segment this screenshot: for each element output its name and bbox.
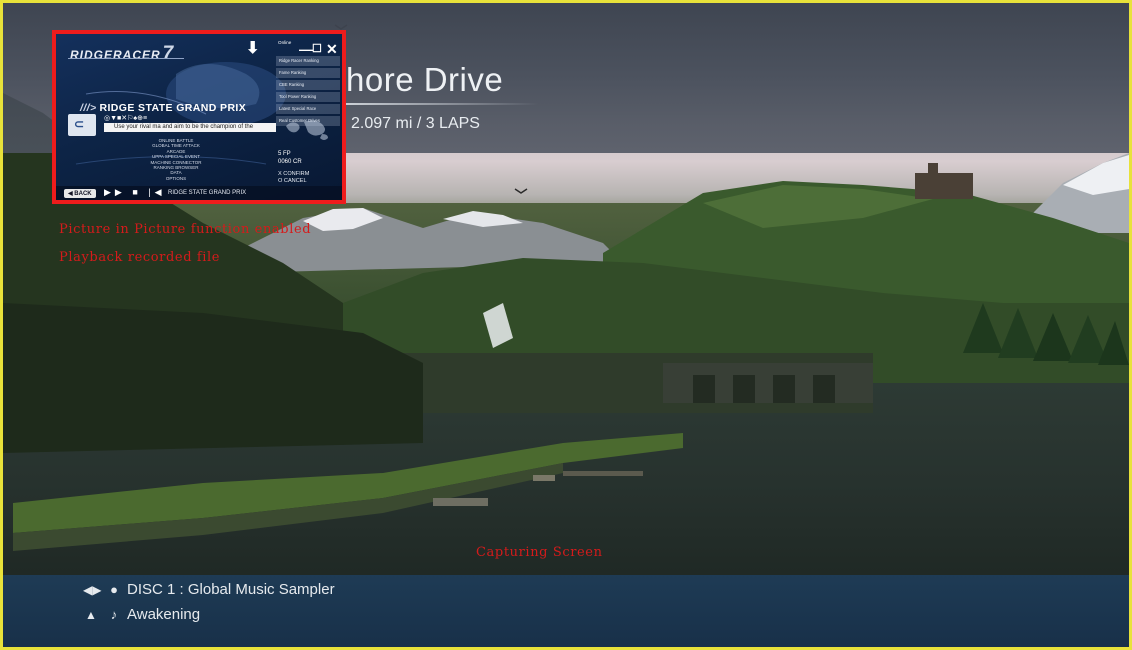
music-track-label: Awakening — [127, 606, 201, 623]
disc-row[interactable]: ◀▶ ● DISC 1 : Global Music Sampler — [83, 581, 335, 598]
list-item: CBE Ranking — [276, 80, 340, 90]
left-right-arrows-icon: ◀▶ — [83, 582, 102, 597]
up-down-arrows-icon: ▲ — [85, 607, 97, 622]
list-item: Ridge Racer Ranking — [276, 56, 340, 66]
playback-label: Playback recorded file — [59, 250, 221, 265]
list-item: Latest Special Race — [276, 104, 340, 114]
restore-icon[interactable]: ☐ — [312, 42, 322, 56]
pip-points: 5 FP 0060 CR — [278, 150, 302, 166]
pip-game-logo: RIDGERACER 7 — [70, 43, 175, 64]
track-name: hore Drive — [346, 61, 504, 98]
pip-mode-badge: ⊂ — [68, 114, 96, 136]
castle — [915, 173, 973, 199]
capture-frame: hore Drive 2.097 mi / 3 LAPS Picture in … — [0, 0, 1132, 650]
pip-status-icons: ◎▼■✕⚐♠⊕≡ — [104, 115, 148, 122]
pip-content: RIDGERACER 7 ⬇ — ☐ ✕ Online Ridge Racer R… — [56, 34, 342, 200]
pip-status-text: RIDGE STATE GRAND PRIX — [168, 190, 247, 196]
credits: 0060 CR — [278, 159, 302, 165]
menu-item: OPTIONS — [165, 175, 187, 181]
pip-button-hints: X CONFIRM O CANCEL — [278, 171, 309, 185]
fame-points: 5 FP — [278, 151, 291, 157]
picture-in-picture-window[interactable]: RIDGERACER 7 ⬇ — ☐ ✕ Online Ridge Racer R… — [52, 30, 346, 204]
track-distance: 2.097 mi / 3 LAPS — [351, 115, 480, 132]
confirm-hint: X CONFIRM — [278, 171, 310, 177]
previous-icon[interactable]: |◀ — [148, 187, 165, 197]
cancel-hint: O CANCEL — [278, 178, 307, 184]
pip-transport-controls[interactable]: ▶▶ ■ |◀ — [104, 187, 166, 198]
disc-icon: ● — [110, 582, 118, 597]
castle-tower — [928, 163, 938, 177]
pip-enabled-label: Picture in Picture function enabled — [59, 222, 312, 237]
stop-icon[interactable]: ■ — [132, 187, 141, 197]
pip-heading: ///> RIDGE STATE GRAND PRIX — [80, 102, 247, 114]
music-note-icon: ♪ — [110, 607, 118, 622]
capturing-label: Capturing Screen — [476, 545, 603, 560]
close-icon[interactable]: ✕ — [326, 42, 338, 56]
download-icon[interactable]: ⬇ — [246, 41, 259, 57]
disc-label: DISC 1 : Global Music Sampler — [127, 581, 335, 598]
track-row[interactable]: ▲ ♪ Awakening — [83, 606, 200, 623]
pip-rank-header: Online — [278, 40, 292, 45]
pip-tagline: Use your rival ma and aim to be the cham… — [114, 124, 254, 130]
back-button[interactable]: ◀ BACK — [64, 189, 96, 198]
world-map-icon — [286, 120, 328, 140]
list-item: Fame Ranking — [276, 68, 340, 78]
minimize-icon[interactable]: — — [299, 42, 313, 56]
track-divider — [328, 103, 538, 105]
fast-forward-icon[interactable]: ▶▶ — [104, 187, 126, 197]
pip-main-menu: ONLINE BATTLE GLOBAL TIME ATTACK ARCADE … — [126, 138, 226, 181]
list-item: Tool Power Ranking — [276, 92, 340, 102]
